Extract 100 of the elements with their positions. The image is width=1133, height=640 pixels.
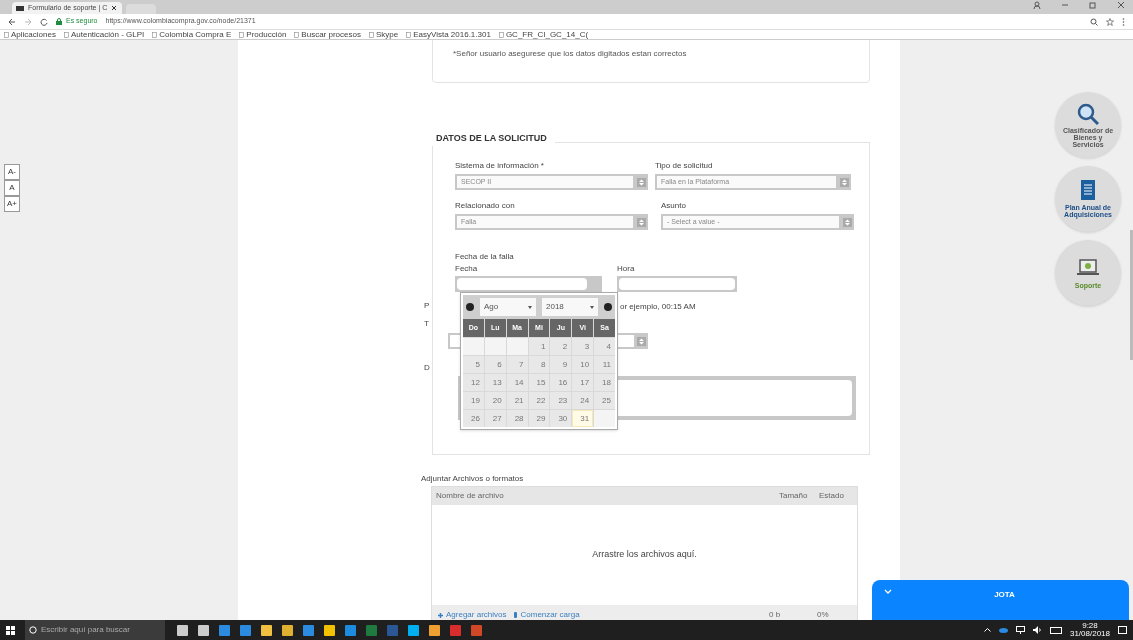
- column-header: Estado: [819, 490, 845, 502]
- close-icon[interactable]: [111, 5, 118, 11]
- app-icon[interactable]: [240, 624, 251, 636]
- calendar-day[interactable]: 2: [550, 338, 572, 355]
- star-icon[interactable]: [1106, 17, 1114, 26]
- calendar-day[interactable]: 13: [484, 374, 506, 391]
- field-label: Fecha: [455, 263, 478, 275]
- field-label: Relacionado con: [455, 200, 515, 212]
- profile-icon[interactable]: [1033, 1, 1041, 9]
- calendar-day[interactable]: 3: [572, 338, 594, 355]
- clock[interactable]: 9:28 31/08/2018: [1069, 622, 1110, 638]
- menu-icon[interactable]: [1122, 17, 1125, 26]
- page-icon: [406, 31, 412, 38]
- app-icon[interactable]: [408, 624, 419, 636]
- bookmark-link[interactable]: Colombia Compra E: [152, 30, 232, 39]
- bookmark-link[interactable]: Aplicaciones: [4, 30, 56, 39]
- app-icon[interactable]: [429, 624, 440, 636]
- app-icon[interactable]: [303, 624, 314, 636]
- reload-icon[interactable]: [40, 17, 48, 26]
- page-icon: [294, 31, 300, 38]
- calendar-day[interactable]: 17: [572, 374, 594, 391]
- calendar-day[interactable]: 30: [550, 410, 572, 427]
- field-label: T: [424, 318, 429, 330]
- page-icon: [63, 31, 69, 38]
- app-icon[interactable]: [198, 624, 209, 636]
- calendar-day[interactable]: 7: [506, 356, 528, 373]
- bookmark-link[interactable]: GC_FR_CI_GC_14_C(: [498, 30, 589, 39]
- back-icon[interactable]: [8, 17, 16, 26]
- plus-icon: [438, 612, 443, 618]
- restore-icon[interactable]: [1089, 1, 1097, 9]
- lock-icon: [56, 18, 62, 25]
- notice-text: *Señor usuario asegurese que los datos digitados estan correctos: [453, 48, 687, 60]
- volume-icon[interactable]: [1032, 626, 1042, 634]
- calendar-day[interactable]: 20: [484, 392, 506, 409]
- next-icon[interactable]: [604, 303, 612, 311]
- app-icon[interactable]: [282, 624, 293, 636]
- calendar-day[interactable]: 23: [550, 392, 572, 409]
- bookmark-link[interactable]: EasyVista 2016.1.301: [406, 30, 491, 39]
- calendar-day[interactable]: 26: [463, 410, 484, 427]
- calendar-day[interactable]: 31: [572, 410, 594, 427]
- calendar-day[interactable]: 9: [550, 356, 572, 373]
- bookmark-link[interactable]: Skype: [368, 30, 399, 39]
- chevron-up-icon[interactable]: [983, 628, 991, 632]
- app-icon[interactable]: [177, 624, 188, 636]
- windows-logo-icon[interactable]: [6, 625, 15, 635]
- bookmark-link[interactable]: Autenticación - GLPI: [63, 30, 145, 39]
- calendar-day[interactable]: 4: [594, 338, 615, 355]
- calendar-day[interactable]: 16: [550, 374, 572, 391]
- previous-icon[interactable]: [466, 303, 474, 311]
- time-field[interactable]: [617, 276, 737, 292]
- field-label: Sistema de información *: [455, 160, 544, 172]
- keyboard-icon[interactable]: [1049, 626, 1062, 634]
- zoom-icon[interactable]: [1090, 17, 1098, 26]
- bookmark-link[interactable]: Producción: [239, 30, 287, 39]
- month-select[interactable]: Ago: [480, 298, 536, 316]
- calendar-day[interactable]: 15: [528, 374, 550, 391]
- calendar-day[interactable]: 1: [528, 338, 550, 355]
- notifications-icon[interactable]: [1118, 625, 1127, 635]
- calendar-day[interactable]: 14: [506, 374, 528, 391]
- calendar-day[interactable]: 28: [506, 410, 528, 427]
- year-select[interactable]: 2018: [542, 298, 598, 316]
- section-label: Adjuntar Archivos o formatos: [421, 473, 524, 485]
- field-label: Tipo de solicitud: [655, 160, 713, 172]
- app-icon[interactable]: [219, 624, 230, 636]
- calendar-day[interactable]: 25: [594, 392, 615, 409]
- app-icon[interactable]: [324, 624, 335, 636]
- font-size-button[interactable]: A-: [4, 164, 20, 180]
- chat-widget[interactable]: JOTA: [872, 580, 1129, 620]
- scrollbar-thumb[interactable]: [1130, 230, 1133, 360]
- date-field[interactable]: [455, 276, 602, 292]
- site-icon: [16, 5, 24, 11]
- calendar-day[interactable]: 8: [528, 356, 550, 373]
- network-icon[interactable]: [1015, 626, 1025, 634]
- calendar-day[interactable]: 6: [484, 356, 506, 373]
- calendar-day[interactable]: 27: [484, 410, 506, 427]
- close-icon[interactable]: [1117, 1, 1125, 9]
- calendar-day[interactable]: 12: [463, 374, 484, 391]
- hint-text: P: [424, 300, 430, 312]
- calendar-day[interactable]: 19: [463, 392, 484, 409]
- calendar-day[interactable]: 29: [528, 410, 550, 427]
- bookmark-link[interactable]: Buscar procesos: [294, 30, 361, 39]
- app-icon[interactable]: [345, 624, 356, 636]
- calendar-day[interactable]: 5: [463, 356, 484, 373]
- app-icon[interactable]: [261, 624, 272, 636]
- calendar-day[interactable]: 18: [594, 374, 615, 391]
- caret-icon: [528, 305, 532, 309]
- cloud-icon[interactable]: [998, 627, 1008, 633]
- size-text: 0 b: [769, 609, 782, 620]
- add-files-link[interactable]: Agregar archivos: [438, 609, 507, 620]
- font-size-button[interactable]: A+: [4, 196, 20, 212]
- calendar-day[interactable]: 10: [572, 356, 594, 373]
- calendar-day[interactable]: 21: [506, 392, 528, 409]
- font-size-button[interactable]: A: [4, 180, 20, 196]
- taskbar-search-field[interactable]: Escribir aquí para buscar: [25, 620, 165, 640]
- column-header: Nombre de archivo: [436, 490, 505, 502]
- calendar-day[interactable]: 11: [594, 356, 615, 373]
- start-upload-link[interactable]: Comenzar carga: [514, 609, 761, 620]
- page-icon: [152, 31, 158, 38]
- calendar-day[interactable]: 24: [572, 392, 594, 409]
- calendar-day[interactable]: 22: [528, 392, 550, 409]
